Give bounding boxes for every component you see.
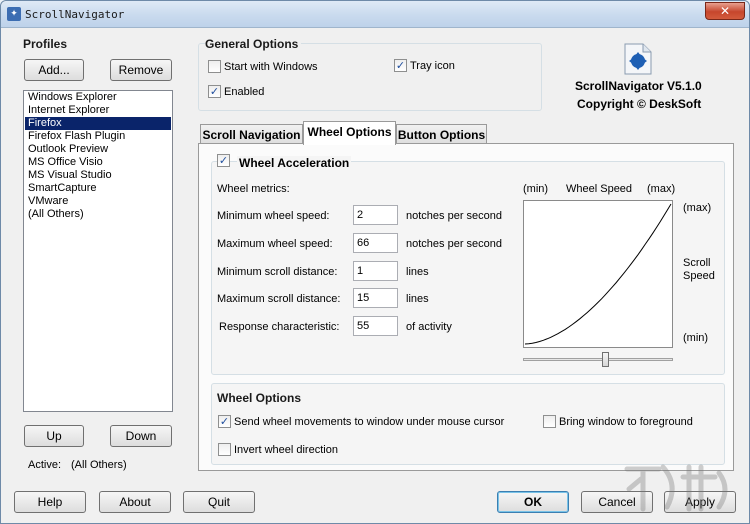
min-scroll-distance-label: Minimum scroll distance: [217,266,338,278]
scrollnavigator-logo-icon [624,43,652,75]
remove-profile-button[interactable]: Remove [110,59,172,81]
max-wheel-speed-unit: notches per second [406,238,503,250]
tray-icon-checkbox[interactable]: ✓ [394,59,407,72]
profile-list-item[interactable]: Internet Explorer [25,104,171,117]
quit-button[interactable]: Quit [183,491,255,513]
copyright-text: Copyright © DeskSoft [577,97,702,111]
wheel-acceleration-checkbox[interactable]: ✓ [217,154,230,167]
response-slider-thumb[interactable] [601,352,609,367]
move-up-button[interactable]: Up [24,425,84,447]
profile-list-item[interactable]: Windows Explorer [25,91,171,104]
response-curve-line [524,203,672,345]
graph-y-max-label: (max) [683,202,712,214]
start-with-windows-checkbox[interactable] [208,60,221,73]
min-scroll-distance-unit: lines [406,266,429,278]
active-label: Active: [28,459,62,471]
max-scroll-distance-label: Maximum scroll distance: [217,293,341,305]
add-profile-button[interactable]: Add... [24,59,84,81]
bring-foreground-label: Bring window to foreground [559,416,693,428]
tray-icon-label: Tray icon [410,60,455,72]
invert-wheel-label: Invert wheel direction [234,444,338,456]
max-wheel-speed-input[interactable]: 66 [353,233,398,253]
profiles-list[interactable]: Windows Explorer Internet Explorer Firefox… [23,90,173,412]
min-wheel-speed-input[interactable]: 2 [353,205,398,225]
wheel-options-title: Wheel Options [217,391,301,405]
response-curve-svg [524,203,672,345]
send-to-cursor-label: Send wheel movements to window under mou… [234,416,505,428]
max-scroll-distance-input[interactable]: 15 [353,288,398,308]
response-curve-graph [523,200,673,348]
response-characteristic-unit: of activity [406,321,452,333]
graph-y-min-label: (min) [683,332,709,344]
title-bar[interactable]: ✦ ScrollNavigator ✕ [1,1,749,28]
invert-wheel-checkbox[interactable] [218,443,231,456]
tab-button-options[interactable]: Button Options [396,124,487,145]
profile-list-item[interactable]: MS Office Visio [25,156,171,169]
watermark-logo [624,464,728,512]
profile-list-item[interactable]: MS Visual Studio [25,169,171,182]
graph-x-max-label: (max) [647,183,676,195]
profile-list-item[interactable]: Outlook Preview [25,143,171,156]
move-down-button[interactable]: Down [110,425,172,447]
wheel-metrics-label: Wheel metrics: [217,183,290,195]
close-button[interactable]: ✕ [705,2,745,20]
app-window: ✦ ScrollNavigator ✕ Profiles Add... Remo… [0,0,750,524]
wheel-acceleration-title: Wheel Acceleration [237,156,352,170]
response-slider-track[interactable] [523,358,673,361]
product-version: ScrollNavigator V5.1.0 [575,79,702,93]
graph-y-title-line1: Scroll [683,257,711,269]
graph-y-title-line2: Speed [683,270,715,282]
active-profile-value: (All Others) [71,459,127,471]
graph-x-title: Wheel Speed [566,183,633,195]
profile-list-item[interactable]: SmartCapture [25,182,171,195]
about-button[interactable]: About [99,491,171,513]
min-scroll-distance-input[interactable]: 1 [353,261,398,281]
enabled-label: Enabled [224,86,265,98]
general-options-group [198,43,542,111]
app-icon: ✦ [7,7,21,21]
profile-list-item[interactable]: Firefox [25,117,171,130]
profile-list-item[interactable]: (All Others) [25,208,171,221]
min-wheel-speed-unit: notches per second [406,210,503,222]
response-characteristic-label: Response characteristic: [219,321,340,333]
general-options-title: General Options [205,37,302,51]
window-title: ScrollNavigator [25,8,125,21]
max-wheel-speed-label: Maximum wheel speed: [217,238,333,250]
max-scroll-distance-unit: lines [406,293,429,305]
ok-button[interactable]: OK [497,491,569,513]
bring-foreground-checkbox[interactable] [543,415,556,428]
start-with-windows-label: Start with Windows [224,61,318,73]
tab-wheel-options[interactable]: Wheel Options [303,121,396,145]
enabled-checkbox[interactable]: ✓ [208,85,221,98]
send-to-cursor-checkbox[interactable]: ✓ [218,415,231,428]
min-wheel-speed-label: Minimum wheel speed: [217,210,330,222]
profile-list-item[interactable]: VMware [25,195,171,208]
tab-scroll-navigation[interactable]: Scroll Navigation [200,124,303,145]
response-characteristic-input[interactable]: 55 [353,316,398,336]
profile-list-item[interactable]: Firefox Flash Plugin [25,130,171,143]
help-button[interactable]: Help [14,491,86,513]
profiles-title: Profiles [23,37,68,51]
graph-x-min-label: (min) [523,183,549,195]
